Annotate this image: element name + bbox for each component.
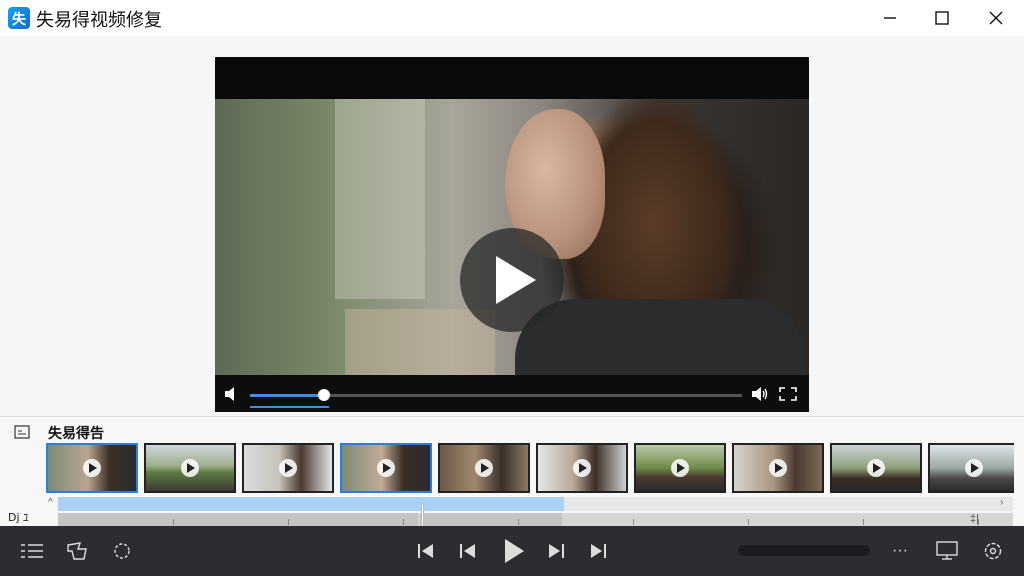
- thumbnail-play-icon[interactable]: [769, 459, 787, 477]
- app-logo-glyph: 失: [12, 12, 26, 28]
- title-bar: 失 失易得视频修复: [0, 0, 1024, 36]
- display-button[interactable]: [935, 539, 959, 563]
- bottom-toolbar: ···: [0, 526, 1024, 576]
- timeline-side-label: Dj ﾕ: [8, 511, 29, 524]
- timeline-cursor[interactable]: [420, 503, 424, 527]
- play-overlay-button[interactable]: [460, 228, 564, 332]
- settings-icon: [984, 542, 1002, 560]
- menu-button[interactable]: [20, 539, 44, 563]
- timeline-tick: [403, 519, 404, 525]
- progress-knob[interactable]: [317, 389, 330, 401]
- skip-end-button[interactable]: [586, 539, 610, 563]
- timeline-tick: [173, 519, 174, 525]
- timeline-tick: [863, 519, 864, 525]
- progress-bar[interactable]: [250, 389, 742, 401]
- volume-low-icon: [225, 387, 234, 401]
- thumbnail-play-icon[interactable]: [475, 459, 493, 477]
- effects-button[interactable]: [110, 539, 134, 563]
- thumbnail-item[interactable]: [144, 443, 236, 493]
- video-frame[interactable]: [215, 99, 809, 375]
- close-icon: [989, 11, 1003, 25]
- thumbnail-play-icon[interactable]: [377, 459, 395, 477]
- maximize-button[interactable]: [916, 0, 968, 36]
- timeline-segment: [420, 513, 562, 527]
- lasso-icon: [67, 542, 87, 560]
- thumbnail-play-icon[interactable]: [867, 459, 885, 477]
- timeline-range-fill: [58, 497, 565, 511]
- volume-icon: [752, 387, 768, 401]
- timeline-tick: [633, 519, 634, 525]
- timeline-segment: [58, 513, 418, 527]
- minimize-button[interactable]: [864, 0, 916, 36]
- next-button[interactable]: [544, 539, 568, 563]
- video-player[interactable]: [215, 57, 809, 412]
- thumbnail-item[interactable]: [928, 443, 1014, 493]
- timeline-scroll-right[interactable]: ›: [1000, 497, 1003, 508]
- close-button[interactable]: [970, 0, 1022, 36]
- buffer-indicator: [250, 406, 329, 408]
- thumbnail-item[interactable]: [634, 443, 726, 493]
- thumbnail-list: [46, 443, 1014, 493]
- thumbnail-item[interactable]: [536, 443, 628, 493]
- thumbnail-item[interactable]: [732, 443, 824, 493]
- settings-button[interactable]: [981, 539, 1005, 563]
- thumbnail-play-icon[interactable]: [279, 459, 297, 477]
- video-controls: [215, 375, 809, 412]
- skip-end-icon: [591, 544, 606, 558]
- menu-icon: [21, 544, 43, 558]
- volume-button[interactable]: [752, 387, 768, 406]
- volume-low-button[interactable]: [225, 387, 239, 406]
- thumbnail-play-icon[interactable]: [181, 459, 199, 477]
- thumbnail-item[interactable]: [340, 443, 432, 493]
- strip-label: 失易得告: [48, 425, 104, 441]
- thumbnail-item[interactable]: [46, 443, 138, 493]
- timeline-end-mark: ‡|: [970, 513, 979, 525]
- video-bg-box: [345, 309, 495, 375]
- video-subject-shirt: [515, 299, 805, 375]
- skip-start-button[interactable]: [414, 539, 438, 563]
- timeline-range-bar[interactable]: [58, 497, 1013, 511]
- maximize-icon: [935, 11, 949, 25]
- app-logo-icon: 失: [8, 7, 30, 29]
- play-icon: [496, 256, 536, 304]
- skip-start-icon: [418, 544, 433, 558]
- next-icon: [549, 544, 564, 558]
- thumbnail-item[interactable]: [438, 443, 530, 493]
- video-bg-window: [335, 99, 425, 299]
- thumbnail-play-icon[interactable]: [671, 459, 689, 477]
- monitor-icon: [936, 541, 958, 560]
- timeline-tick: [748, 519, 749, 525]
- more-button[interactable]: ···: [888, 539, 912, 563]
- gear-outline-icon: [114, 543, 130, 559]
- timeline-ruler[interactable]: [58, 503, 1013, 527]
- previous-icon: [460, 544, 475, 558]
- clip-strip: 失易得告 Dj ﾕ ^ › ‡|: [0, 416, 1024, 527]
- thumbnail-item[interactable]: [830, 443, 922, 493]
- thumbnail-play-icon[interactable]: [83, 459, 101, 477]
- fullscreen-icon: [779, 387, 797, 401]
- fullscreen-button[interactable]: [779, 387, 797, 406]
- thumbnail-item[interactable]: [242, 443, 334, 493]
- timeline-tick: [288, 519, 289, 525]
- play-icon: [505, 539, 524, 563]
- bottom-slider[interactable]: [738, 545, 870, 556]
- progress-fill: [250, 394, 319, 397]
- lasso-button[interactable]: [65, 539, 89, 563]
- timeline-tick: [518, 519, 519, 525]
- window-title: 失易得视频修复: [36, 10, 162, 30]
- play-button[interactable]: [500, 536, 528, 566]
- caption-icon[interactable]: [14, 425, 30, 444]
- thumbnail-play-icon[interactable]: [965, 459, 983, 477]
- thumbnail-play-icon[interactable]: [573, 459, 591, 477]
- previous-button[interactable]: [456, 539, 480, 563]
- minimize-icon: [884, 17, 896, 19]
- timeline-up-glyph[interactable]: ^: [48, 497, 53, 508]
